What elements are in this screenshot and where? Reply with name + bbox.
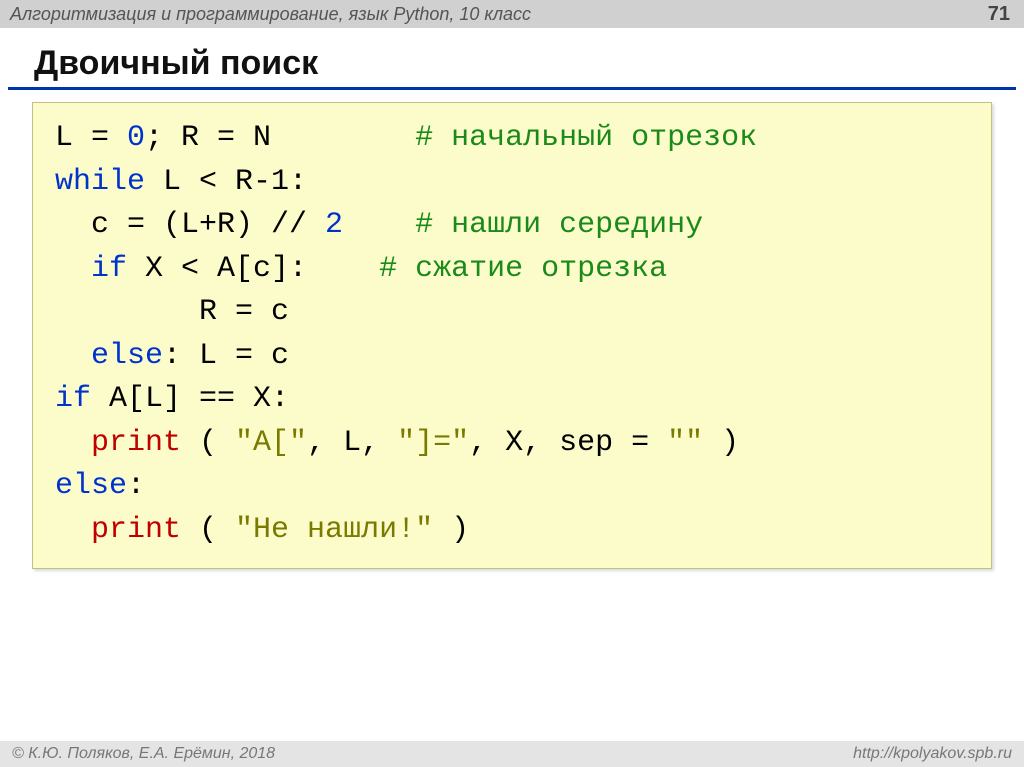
code-text: R = c: [55, 295, 307, 329]
code-text: [343, 208, 415, 242]
code-string: "": [667, 426, 703, 460]
header-title: Алгоритмизация и программирование, язык …: [10, 4, 531, 25]
footer-copyright: © К.Ю. Поляков, Е.А. Ерёмин, 2018: [12, 745, 275, 763]
page-number: 71: [988, 3, 1010, 26]
code-text: [55, 339, 91, 373]
code-keyword: else: [55, 469, 127, 503]
code-text: (: [181, 426, 235, 460]
code-keyword: else: [91, 339, 163, 373]
code-text: [55, 252, 91, 286]
code-string: "A[": [235, 426, 307, 460]
code-text: ; R = N: [145, 121, 415, 155]
code-string: "]=": [397, 426, 469, 460]
code-keyword: if: [91, 252, 127, 286]
slide-footer: © К.Ю. Поляков, Е.А. Ерёмин, 2018 http:/…: [0, 741, 1024, 767]
code-text: ): [433, 513, 469, 547]
code-keyword: if: [55, 382, 91, 416]
code-function: print: [91, 513, 181, 547]
title-rule: [8, 87, 1016, 90]
code-text: X < A[c]:: [127, 252, 379, 286]
code-text: [55, 426, 91, 460]
code-text: (: [181, 513, 235, 547]
code-box: L = 0; R = N # начальный отрезок while L…: [32, 102, 992, 569]
code-comment: # начальный отрезок: [415, 121, 757, 155]
code-number: 0: [127, 121, 145, 155]
code-comment: # сжатие отрезка: [379, 252, 667, 286]
code-text: , X, sep =: [469, 426, 667, 460]
code-number: 2: [325, 208, 343, 242]
code-text: [55, 513, 91, 547]
slide-header: Алгоритмизация и программирование, язык …: [0, 0, 1024, 28]
code-function: print: [91, 426, 181, 460]
code-text: A[L] == X:: [91, 382, 289, 416]
code-comment: # нашли середину: [415, 208, 703, 242]
code-string: "Не нашли!": [235, 513, 433, 547]
code-text: , L,: [307, 426, 397, 460]
code-keyword: while: [55, 165, 145, 199]
code-text: c = (L+R) //: [55, 208, 325, 242]
footer-url: http://kpolyakov.spb.ru: [853, 745, 1012, 763]
code-text: : L = c: [163, 339, 289, 373]
code-text: L < R-1:: [145, 165, 307, 199]
code-text: :: [127, 469, 145, 503]
code-text: L =: [55, 121, 127, 155]
code-text: ): [703, 426, 739, 460]
slide-title: Двоичный поиск: [0, 28, 1024, 87]
